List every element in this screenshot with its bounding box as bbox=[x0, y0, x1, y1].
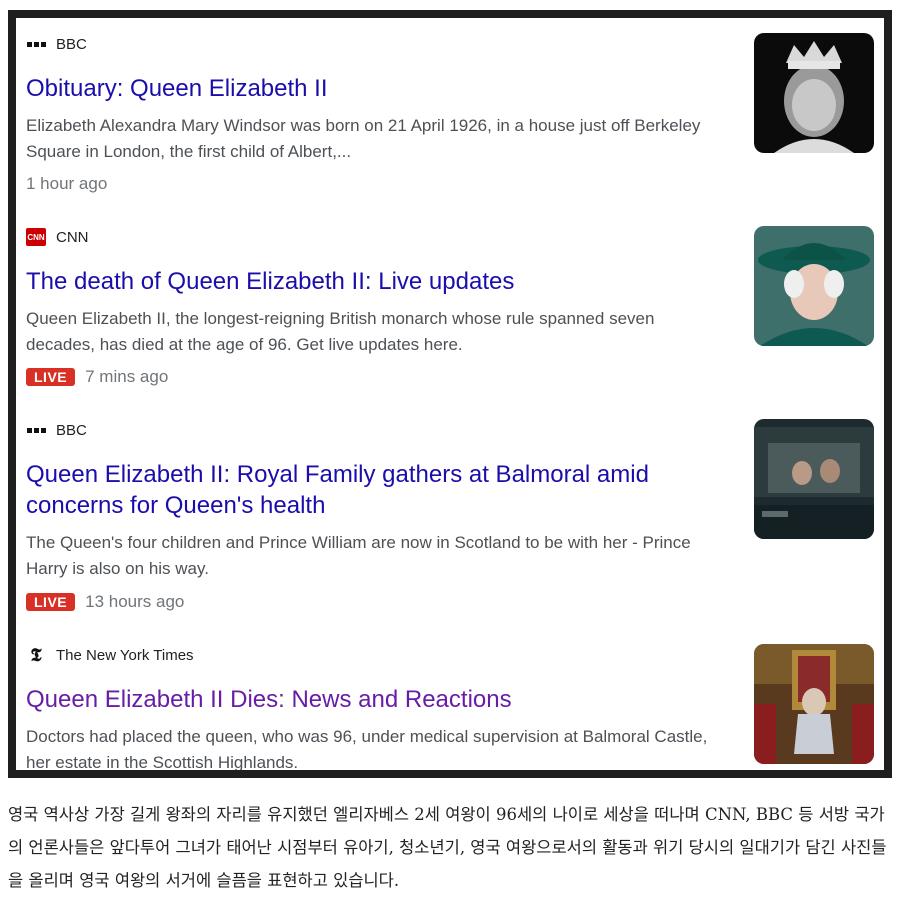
result-source: 𝕿 The New York Times bbox=[26, 644, 194, 666]
result-source: CNN CNN bbox=[26, 227, 89, 247]
result-title-link[interactable]: Obituary: Queen Elizabeth II bbox=[26, 73, 726, 104]
result-title-link[interactable]: The death of Queen Elizabeth II: Live up… bbox=[26, 266, 726, 297]
result-meta: LIVE 7 mins ago bbox=[26, 367, 168, 387]
article-caption: 영국 역사상 가장 길게 왕좌의 자리를 유지했던 엘리자베스 2세 여왕이 9… bbox=[8, 805, 887, 890]
result-thumbnail[interactable] bbox=[754, 644, 874, 764]
source-name: BBC bbox=[56, 35, 87, 53]
result-snippet: Queen Elizabeth II, the longest-reigning… bbox=[26, 309, 655, 354]
source-name: CNN bbox=[56, 228, 89, 246]
cnn-logo-icon: CNN bbox=[26, 227, 46, 247]
bbc-logo-icon bbox=[26, 34, 46, 54]
source-name: The New York Times bbox=[56, 646, 194, 664]
live-badge: LIVE bbox=[26, 368, 76, 386]
result-meta: LIVE 13 hours ago bbox=[26, 592, 184, 612]
news-results-panel: BBC Obituary: Queen Elizabeth II Elizabe… bbox=[16, 18, 884, 770]
result-snippet: The Queen's four children and Prince Wil… bbox=[26, 533, 691, 578]
result-thumbnail[interactable] bbox=[754, 33, 874, 153]
screenshot-frame: BBC Obituary: Queen Elizabeth II Elizabe… bbox=[8, 10, 892, 778]
bbc-logo-icon bbox=[26, 420, 46, 440]
result-time: 7 mins ago bbox=[85, 367, 169, 386]
result-snippet: Doctors had placed the queen, who was 96… bbox=[26, 727, 708, 770]
result-title-link[interactable]: Queen Elizabeth II: Royal Family gathers… bbox=[26, 459, 726, 521]
nyt-logo-icon: 𝕿 bbox=[30, 644, 42, 666]
source-name: BBC bbox=[56, 421, 87, 439]
result-source: BBC bbox=[26, 34, 87, 54]
live-badge: LIVE bbox=[26, 593, 76, 611]
result-source: BBC bbox=[26, 420, 87, 440]
result-title-link[interactable]: Queen Elizabeth II Dies: News and Reacti… bbox=[26, 684, 726, 715]
result-time: 1 hour ago bbox=[26, 174, 108, 193]
result-thumbnail[interactable] bbox=[754, 419, 874, 539]
result-time: 13 hours ago bbox=[85, 592, 185, 611]
result-snippet: Elizabeth Alexandra Mary Windsor was bor… bbox=[26, 116, 701, 161]
result-thumbnail[interactable] bbox=[754, 226, 874, 346]
result-meta: 1 hour ago bbox=[26, 174, 107, 194]
